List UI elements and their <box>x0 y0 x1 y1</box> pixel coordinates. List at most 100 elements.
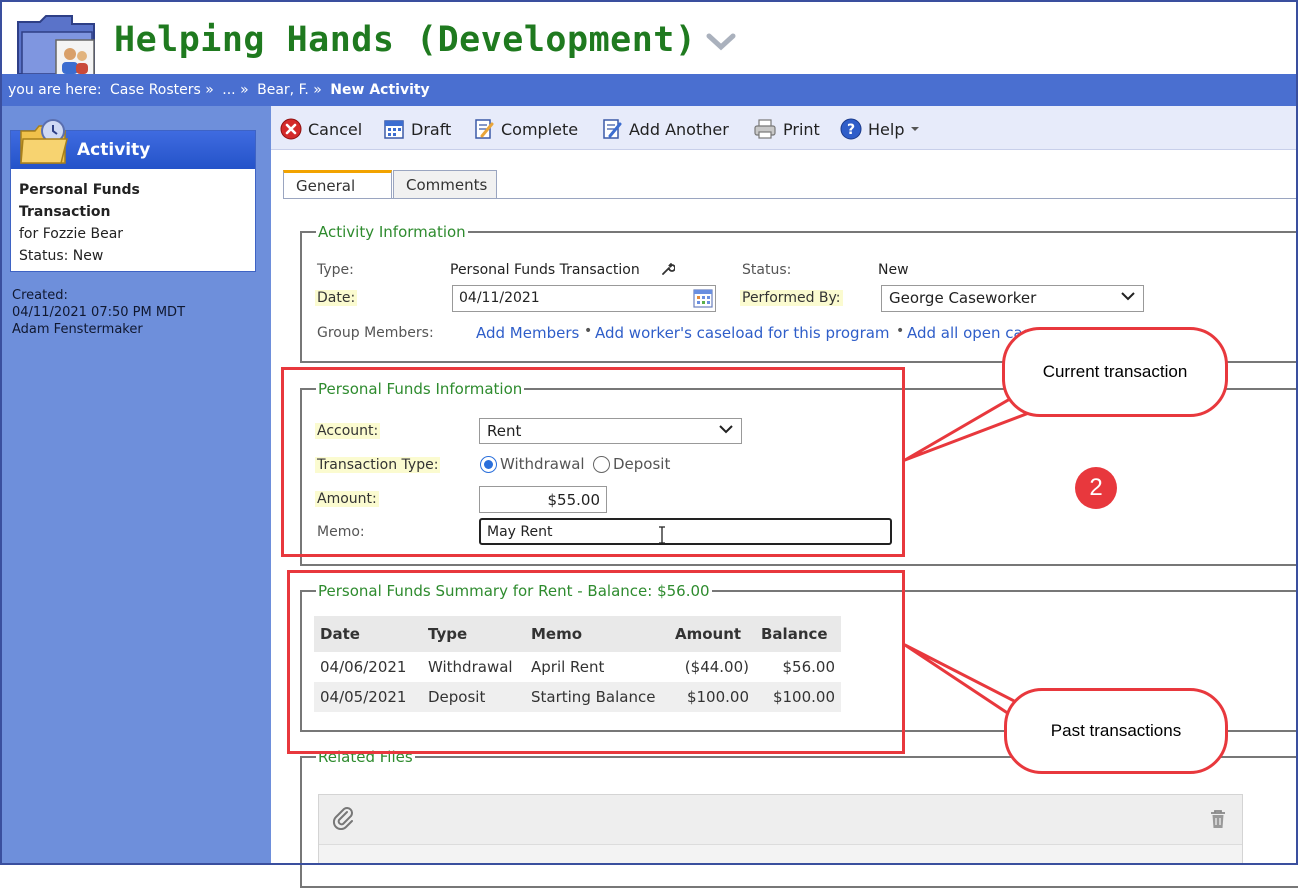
activity-information-legend: Activity Information <box>318 223 466 241</box>
cancel-button[interactable]: Cancel <box>280 118 362 140</box>
add-caseload-link[interactable]: Add worker's caseload for this program <box>595 324 890 342</box>
calendar-icon <box>384 120 404 139</box>
wrench-icon[interactable] <box>661 262 675 276</box>
cell-balance: $56.00 <box>782 658 836 676</box>
status-value: New <box>878 262 909 278</box>
add-another-label: Add Another <box>629 119 729 139</box>
performed-by-label: Performed By: <box>740 290 843 306</box>
cell-amount: ($44.00) <box>684 658 749 676</box>
breadcrumb-current: New Activity <box>330 82 430 98</box>
activity-status: Status: New <box>19 248 104 264</box>
paperclip-icon[interactable] <box>332 806 354 830</box>
activity-client: for Fozzie Bear <box>19 226 124 242</box>
current-transaction-callout-text: Current transaction <box>1042 362 1188 381</box>
performed-by-value: George Caseworker <box>889 289 1037 307</box>
related-files-toolbar <box>319 795 1242 845</box>
created-info: Created: 04/11/2021 07:50 PM MDT Adam Fe… <box>12 287 185 338</box>
breadcrumb-item-client[interactable]: Bear, F. » <box>257 82 322 98</box>
help-button[interactable]: ? Help <box>840 118 920 140</box>
past-transactions-callout: Past transactions <box>1004 688 1228 774</box>
deposit-label: Deposit <box>613 455 671 473</box>
complete-label: Complete <box>501 119 579 139</box>
complete-button[interactable]: Complete <box>473 118 578 140</box>
header-type: Type <box>422 616 525 652</box>
add-another-icon <box>603 119 622 139</box>
type-value: Personal Funds Transaction <box>450 262 640 278</box>
table-header-row: Date Type Memo Amount Balance <box>314 616 841 652</box>
cell-memo: Starting Balance <box>525 682 669 712</box>
breadcrumb-item-case-rosters[interactable]: Case Rosters » <box>110 82 214 98</box>
cell-balance: $100.00 <box>755 682 841 712</box>
tab-comments[interactable]: Comments <box>393 170 497 199</box>
withdrawal-radio[interactable]: Withdrawal <box>480 455 585 473</box>
current-transaction-callout: Current transaction <box>1002 327 1228 417</box>
date-input[interactable]: 04/11/2021 <box>452 285 716 312</box>
account-value: Rent <box>487 422 522 440</box>
breadcrumb-prefix: you are here: <box>8 82 102 98</box>
amount-label: Amount: <box>315 491 379 507</box>
group-members-label: Group Members: <box>317 325 434 341</box>
add-members-link[interactable]: Add Members <box>476 324 579 342</box>
memo-label: Memo: <box>317 524 365 540</box>
cancel-label: Cancel <box>308 119 363 139</box>
activity-card: Activity Personal Funds Transaction for … <box>10 119 256 272</box>
related-files-box <box>318 794 1243 865</box>
add-another-button[interactable]: Add Another <box>601 118 729 140</box>
print-icon <box>754 119 776 139</box>
header-memo: Memo <box>525 616 669 652</box>
chevron-down-icon <box>1121 292 1135 301</box>
funds-summary-legend: Personal Funds Summary for Rent - Balanc… <box>318 582 710 600</box>
print-label: Print <box>783 119 820 139</box>
created-date: 04/11/2021 07:50 PM MDT <box>12 305 186 320</box>
trash-icon[interactable] <box>1209 808 1227 830</box>
link-separator: • <box>584 323 593 339</box>
app-header: Helping Hands (Development) <box>0 0 1298 80</box>
calendar-icon[interactable] <box>693 288 713 308</box>
date-label: Date: <box>315 290 358 306</box>
performed-by-select[interactable]: George Caseworker <box>881 285 1144 312</box>
personal-funds-legend: Personal Funds Information <box>318 380 523 398</box>
chevron-down-icon <box>719 425 733 434</box>
header-balance: Balance <box>755 616 841 652</box>
print-button[interactable]: Print <box>753 118 820 140</box>
tab-divider <box>283 198 1298 199</box>
amount-input[interactable]: $55.00 <box>479 486 607 513</box>
svg-text:?: ? <box>847 122 855 138</box>
date-value: 04/11/2021 <box>459 290 540 306</box>
deposit-radio[interactable]: Deposit <box>593 455 670 473</box>
breadcrumb-item-ellipsis[interactable]: ... » <box>222 82 248 98</box>
toolbar: Cancel Draft Complete Add Another Print … <box>271 106 1298 150</box>
withdrawal-label: Withdrawal <box>500 455 585 473</box>
draft-label: Draft <box>411 119 452 139</box>
cancel-icon <box>280 118 302 140</box>
account-label: Account: <box>315 423 381 439</box>
header-amount: Amount <box>669 616 755 652</box>
transaction-type-label: Transaction Type: <box>315 457 441 473</box>
type-label: Type: <box>317 262 354 278</box>
amount-value: $55.00 <box>547 491 601 509</box>
tab-general[interactable]: General <box>283 170 392 199</box>
memo-value: May Rent <box>487 524 553 540</box>
link-separator: • <box>896 323 905 339</box>
folder-people-icon <box>17 15 95 80</box>
draft-button[interactable]: Draft <box>383 118 451 140</box>
activity-name-line1: Personal Funds <box>19 182 140 198</box>
cell-date: 04/06/2021 <box>320 658 407 676</box>
help-label: Help <box>868 119 905 139</box>
sidebar: Activity Personal Funds Transaction for … <box>0 106 271 865</box>
cell-amount: $100.00 <box>669 682 755 712</box>
memo-input[interactable]: May Rent <box>479 518 892 545</box>
cell-date: 04/05/2021 <box>314 682 422 712</box>
account-select[interactable]: Rent <box>479 418 742 444</box>
table-row: 04/06/2021 Withdrawal April Rent ($44.00… <box>314 652 841 682</box>
status-label: Status: <box>742 262 792 278</box>
withdrawal-radio-dot <box>480 455 497 473</box>
text-cursor-icon <box>659 526 665 544</box>
funds-summary-table: Date Type Memo Amount Balance 04/06/2021… <box>314 616 841 712</box>
created-by: Adam Fenstermaker <box>12 322 143 337</box>
cell-type: Deposit <box>422 682 525 712</box>
chevron-down-icon[interactable] <box>706 32 736 52</box>
breadcrumb: you are here: Case Rosters » ... » Bear,… <box>0 74 1298 106</box>
header-date: Date <box>314 616 422 652</box>
complete-icon <box>475 119 494 139</box>
